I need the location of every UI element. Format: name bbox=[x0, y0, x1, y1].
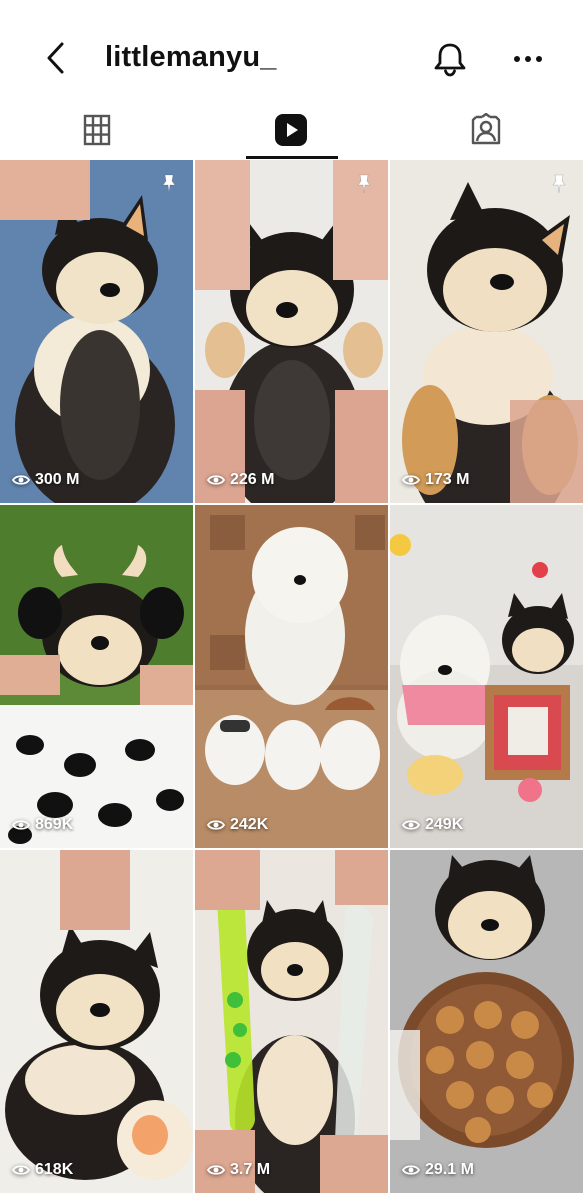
reel-thumbnail[interactable]: 618K bbox=[0, 850, 193, 1193]
view-count: 29.1 M bbox=[402, 1161, 474, 1179]
bell-icon bbox=[434, 43, 466, 77]
tab-tagged[interactable] bbox=[389, 100, 583, 160]
reel-image bbox=[390, 505, 583, 848]
eye-icon bbox=[12, 1165, 30, 1175]
reel-image bbox=[0, 160, 193, 503]
view-count-label: 226 M bbox=[230, 471, 275, 488]
eye-icon bbox=[12, 475, 30, 485]
view-count: 618K bbox=[12, 1161, 73, 1179]
back-button[interactable] bbox=[36, 38, 76, 78]
reel-thumbnail[interactable]: 226 M bbox=[195, 160, 388, 503]
reel-thumbnail[interactable]: 869K bbox=[0, 505, 193, 848]
reel-image bbox=[195, 505, 388, 848]
pin-icon bbox=[552, 174, 566, 194]
reel-thumbnail[interactable]: 29.1 M bbox=[390, 850, 583, 1193]
tab-reels[interactable] bbox=[194, 100, 388, 160]
view-count-label: 242K bbox=[230, 816, 269, 833]
profile-tabs bbox=[0, 100, 583, 160]
reels-icon bbox=[275, 114, 307, 146]
eye-icon bbox=[207, 475, 225, 485]
eye-icon bbox=[12, 820, 30, 830]
tab-grid[interactable] bbox=[0, 100, 194, 160]
view-count-label: 869K bbox=[35, 816, 74, 833]
eye-icon bbox=[402, 1165, 420, 1175]
reel-thumbnail[interactable]: 242K bbox=[195, 505, 388, 848]
reel-thumbnail[interactable]: 300 M bbox=[0, 160, 193, 503]
view-count-label: 3.7 M bbox=[230, 1161, 271, 1178]
reel-thumbnail[interactable]: 249K bbox=[390, 505, 583, 848]
more-options-button[interactable] bbox=[505, 38, 551, 80]
profile-header: littlemanyu_ bbox=[0, 0, 583, 100]
more-icon bbox=[514, 56, 542, 62]
view-count: 300 M bbox=[12, 471, 79, 489]
grid-icon bbox=[83, 114, 111, 146]
eye-icon bbox=[207, 820, 225, 830]
view-count: 226 M bbox=[207, 471, 274, 489]
pin-icon bbox=[357, 174, 371, 194]
active-tab-indicator bbox=[246, 156, 338, 159]
reel-image bbox=[0, 850, 193, 1193]
reel-image bbox=[0, 505, 193, 848]
view-count-label: 29.1 M bbox=[425, 1161, 474, 1178]
view-count-label: 173 M bbox=[425, 471, 470, 488]
profile-username: littlemanyu_ bbox=[105, 41, 277, 73]
view-count: 173 M bbox=[402, 471, 469, 489]
eye-icon bbox=[207, 1165, 225, 1175]
reel-image bbox=[390, 160, 583, 503]
view-count: 242K bbox=[207, 816, 268, 834]
back-arrow-icon bbox=[47, 42, 64, 74]
view-count: 869K bbox=[12, 816, 73, 834]
reel-image bbox=[390, 850, 583, 1193]
view-count: 249K bbox=[402, 816, 463, 834]
pin-icon bbox=[162, 174, 176, 194]
view-count-label: 300 M bbox=[35, 471, 80, 488]
reel-thumbnail[interactable]: 173 M bbox=[390, 160, 583, 503]
eye-icon bbox=[402, 475, 420, 485]
reel-image bbox=[195, 850, 388, 1193]
view-count-label: 249K bbox=[425, 816, 464, 833]
eye-icon bbox=[402, 820, 420, 830]
notifications-button[interactable] bbox=[428, 38, 472, 80]
reel-image bbox=[195, 160, 388, 503]
reel-thumbnail[interactable]: 3.7 M bbox=[195, 850, 388, 1193]
tagged-icon bbox=[471, 113, 501, 145]
view-count: 3.7 M bbox=[207, 1161, 270, 1179]
view-count-label: 618K bbox=[35, 1161, 74, 1178]
reels-grid: 300 M 226 M 173 M 869K 242K 249K 618K 3.… bbox=[0, 160, 583, 1200]
